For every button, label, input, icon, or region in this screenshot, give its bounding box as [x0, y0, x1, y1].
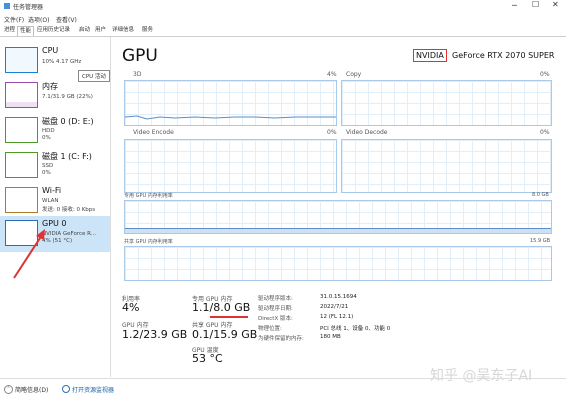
gpu-vendor-highlight: NVIDIA — [413, 49, 447, 62]
chevron-up-icon[interactable]: ⌃ — [4, 385, 13, 394]
dedicated-underline — [210, 316, 248, 318]
info-value: 12 (FL 12.1) — [320, 314, 354, 320]
dedicated-memory-label: 专用 GPU 内存利用率 — [124, 193, 173, 199]
shared-memory-label: 共享 GPU 内存利用率 — [124, 239, 173, 245]
dedicated-gpu-memory-value: 1.1/8.0 GB — [192, 301, 251, 314]
gpu-temperature-value: 53 °C — [192, 352, 223, 365]
engine-pct-video-decode: 0% — [540, 129, 550, 136]
footer-bar: ⌃ 简略信息(D) 打开资源监视器 — [0, 378, 566, 401]
dedicated-memory-max: 8.0 GB — [532, 192, 549, 198]
dedicated-memory-fill — [125, 228, 551, 233]
page-title: GPU — [122, 46, 158, 66]
resource-monitor-icon — [62, 385, 70, 393]
shared-memory-max: 15.9 GB — [530, 238, 551, 244]
info-key: 驱动程序版本: — [258, 296, 293, 302]
engine-label-video-decode[interactable]: Video Decode — [346, 129, 388, 136]
engine-label-copy[interactable]: Copy — [346, 71, 361, 78]
graph-video-decode — [341, 139, 552, 193]
gpu-memory-value: 1.2/23.9 GB — [122, 328, 188, 341]
engine-label-3d[interactable]: 3D — [133, 71, 141, 78]
graph-dedicated-memory — [124, 200, 552, 234]
graph-shared-memory — [124, 246, 552, 281]
info-key: DirectX 版本: — [258, 316, 293, 322]
info-value: PCI 总线 1、设备 0、功能 0 — [320, 326, 391, 332]
info-key: 驱动程序日期: — [258, 306, 293, 312]
shared-gpu-memory-value: 0.1/15.9 GB — [192, 328, 258, 341]
engine-label-video-encode[interactable]: Video Encode — [133, 129, 174, 136]
fewer-details-link[interactable]: 简略信息(D) — [15, 385, 48, 394]
graph-3d — [124, 80, 337, 126]
engine-pct-copy: 0% — [540, 71, 550, 78]
info-value: 180 MB — [320, 334, 341, 340]
gpu-model-name: GeForce RTX 2070 SUPER — [452, 51, 555, 60]
info-key: 物理位置: — [258, 326, 282, 332]
graph-video-encode — [124, 139, 337, 193]
engine-pct-video-encode: 0% — [327, 129, 337, 136]
open-resource-monitor-link[interactable]: 打开资源监视器 — [72, 385, 114, 394]
utilization-value: 4% — [122, 301, 140, 314]
graph-copy — [341, 80, 552, 126]
info-key: 为硬件保留的内存: — [258, 336, 304, 342]
info-value: 31.0.15.1694 — [320, 294, 357, 300]
engine-pct-3d: 4% — [327, 71, 337, 78]
info-value: 2022/7/21 — [320, 304, 349, 310]
